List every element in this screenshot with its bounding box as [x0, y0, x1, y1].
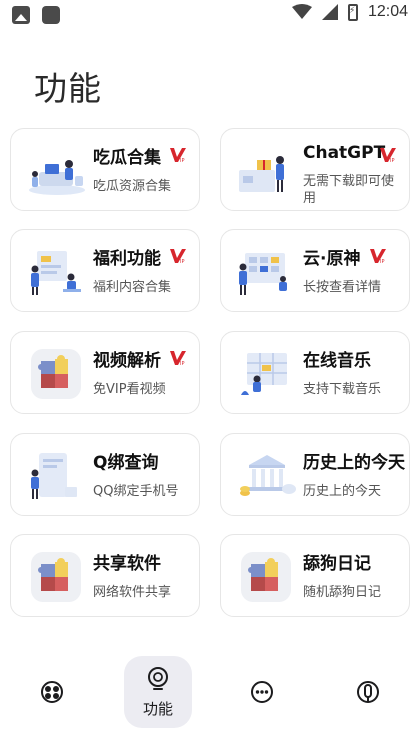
card-shipin[interactable]: 视频解析 IP 免VIP看视频: [10, 331, 200, 414]
people-laptop-illustration: [29, 160, 85, 195]
signal-icon: [321, 4, 338, 20]
status-time: 12:04: [367, 3, 408, 20]
card-tiangou[interactable]: 舔狗日记 随机舔狗日记: [220, 534, 410, 617]
card-yuanshen[interactable]: 云·原神 IP 长按查看详情: [220, 229, 410, 312]
svg-text:IP: IP: [180, 259, 185, 264]
bank-building-illustration: [240, 455, 296, 496]
puzzle-icon: [31, 349, 81, 399]
team-dashboard-illustration: [31, 251, 81, 295]
puzzle-icon: [31, 552, 81, 602]
card-yinyue[interactable]: 在线音乐 支持下载音乐: [220, 331, 410, 414]
card-subtitle: 免VIP看视频: [93, 382, 166, 397]
vip-badge-icon: IP: [170, 148, 186, 163]
vip-badge-icon: IP: [380, 148, 396, 163]
nav-features[interactable]: 功能: [124, 650, 194, 726]
card-subtitle: QQ绑定手机号: [93, 484, 179, 499]
card-title: 视频解析: [93, 351, 161, 371]
nav-home[interactable]: [18, 650, 88, 726]
card-subtitle: 吃瓜资源合集: [93, 179, 172, 194]
card-title: ChatGPT: [303, 143, 386, 163]
svg-text:IP: IP: [180, 158, 185, 163]
card-title: 在线音乐: [303, 351, 371, 371]
card-chatgpt[interactable]: ChatGPT IP 无需下载即可使用: [220, 128, 410, 211]
card-subtitle: 支持下载音乐: [303, 382, 382, 397]
card-qbang[interactable]: Q绑查询 QQ绑定手机号: [10, 433, 200, 516]
vip-badge-icon: IP: [170, 351, 186, 366]
phone-search-illustration: [31, 453, 77, 499]
vip-badge-icon: IP: [370, 249, 386, 264]
card-fuli[interactable]: 福利功能 IP 福利内容合集: [10, 229, 200, 312]
puzzle-icon: [241, 552, 291, 602]
nav-more[interactable]: [228, 650, 298, 726]
svg-text:IP: IP: [380, 259, 385, 264]
wifi-icon: [291, 4, 312, 19]
card-title: Q绑查询: [93, 453, 159, 473]
card-lishi[interactable]: 历史上的今天 历史上的今天: [220, 433, 410, 516]
card-title: 共享软件: [93, 554, 161, 574]
card-title: 历史上的今天: [303, 453, 405, 473]
aperture-icon: [41, 681, 63, 703]
card-chigua[interactable]: 吃瓜合集 IP 吃瓜资源合集: [10, 128, 200, 211]
svg-text:IP: IP: [390, 158, 395, 163]
card-subtitle: 随机舔狗日记: [303, 585, 382, 600]
card-subtitle: 福利内容合集: [93, 280, 172, 295]
card-title: 舔狗日记: [303, 554, 371, 574]
card-gongxiang[interactable]: 共享软件 网络软件共享: [10, 534, 200, 617]
more-dots-icon: [251, 681, 273, 703]
card-subtitle: 网络软件共享: [93, 585, 172, 600]
schedule-board-illustration: [241, 353, 287, 395]
nav-profile[interactable]: [334, 650, 404, 726]
nav-features-label: 功能: [142, 700, 173, 718]
lightbulb-icon: [148, 667, 168, 690]
card-subtitle: 无需下载即可使用: [303, 174, 395, 206]
vip-badge-icon: IP: [170, 249, 186, 264]
status-bar: 12:04: [0, 0, 420, 30]
gift-delivery-illustration: [239, 156, 284, 192]
card-subtitle: 长按查看详情: [303, 280, 382, 295]
card-title: 吃瓜合集: [93, 148, 161, 168]
app-notification-icon: [42, 6, 60, 24]
bottom-navigation: 功能: [0, 650, 420, 746]
card-subtitle: 历史上的今天: [303, 484, 382, 499]
battery-charging-icon: [347, 3, 358, 21]
svg-text:IP: IP: [180, 361, 185, 366]
calendar-planning-illustration: [239, 253, 287, 295]
card-title: 福利功能: [93, 249, 161, 269]
card-title: 云·原神: [303, 249, 361, 269]
profile-icon: [357, 681, 379, 703]
page-title: 功能: [34, 69, 102, 108]
image-notification-icon: [12, 6, 30, 24]
